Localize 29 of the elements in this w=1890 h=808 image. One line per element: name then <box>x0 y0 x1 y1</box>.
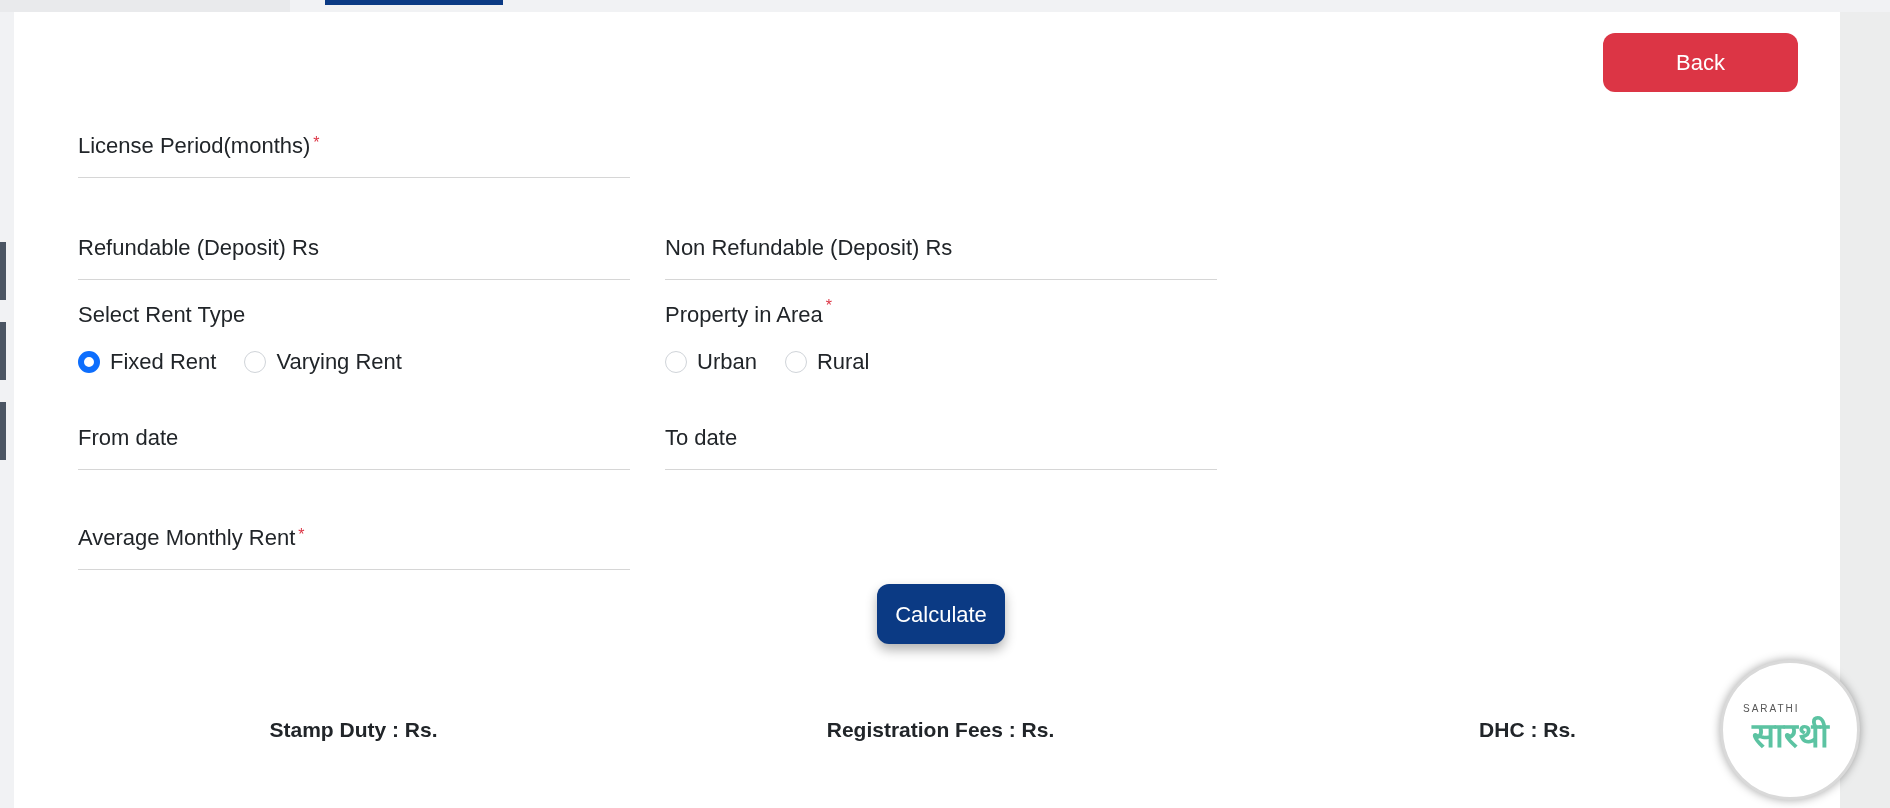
required-asterisk: * <box>825 298 832 314</box>
input-field[interactable]: Average Monthly Rent* <box>78 508 630 570</box>
input-field[interactable]: Non Refundable (Deposit) Rs <box>665 218 1217 280</box>
input-field[interactable]: To date <box>665 408 1217 470</box>
field-label: To date <box>665 427 738 449</box>
radio-label[interactable]: Fixed Rent <box>110 345 217 378</box>
logo-script: सारथी <box>1751 713 1829 757</box>
group-label: Property in Area <box>665 301 823 329</box>
field-label: License Period(months) <box>78 135 311 157</box>
back-button[interactable]: Back <box>1603 33 1798 92</box>
field-label: Refundable (Deposit) Rs <box>78 237 319 259</box>
radio-label[interactable]: Rural <box>816 345 870 378</box>
field-label: Average Monthly Rent <box>78 527 296 549</box>
input-field[interactable]: License Period(months)* <box>78 116 630 178</box>
input-field[interactable]: Refundable (Deposit) Rs <box>78 218 630 280</box>
calculate-button[interactable]: Calculate <box>877 584 1005 644</box>
radio-button[interactable] <box>78 350 100 373</box>
radio-label[interactable]: Varying Rent <box>276 345 402 378</box>
result-label: Registration Fees : Rs. <box>826 717 1055 743</box>
field-label: From date <box>78 427 179 449</box>
group-label: Select Rent Type <box>78 301 246 329</box>
input-field[interactable]: From date <box>78 408 630 470</box>
required-asterisk: * <box>298 527 305 543</box>
field-label: Non Refundable (Deposit) Rs <box>665 237 953 259</box>
result-label: DHC : Rs. <box>1479 717 1576 743</box>
logo-caption: SARATHI <box>1743 703 1800 714</box>
radio-label[interactable]: Urban <box>697 345 757 378</box>
result-label: Stamp Duty : Rs. <box>269 717 438 743</box>
required-asterisk: * <box>313 135 320 151</box>
